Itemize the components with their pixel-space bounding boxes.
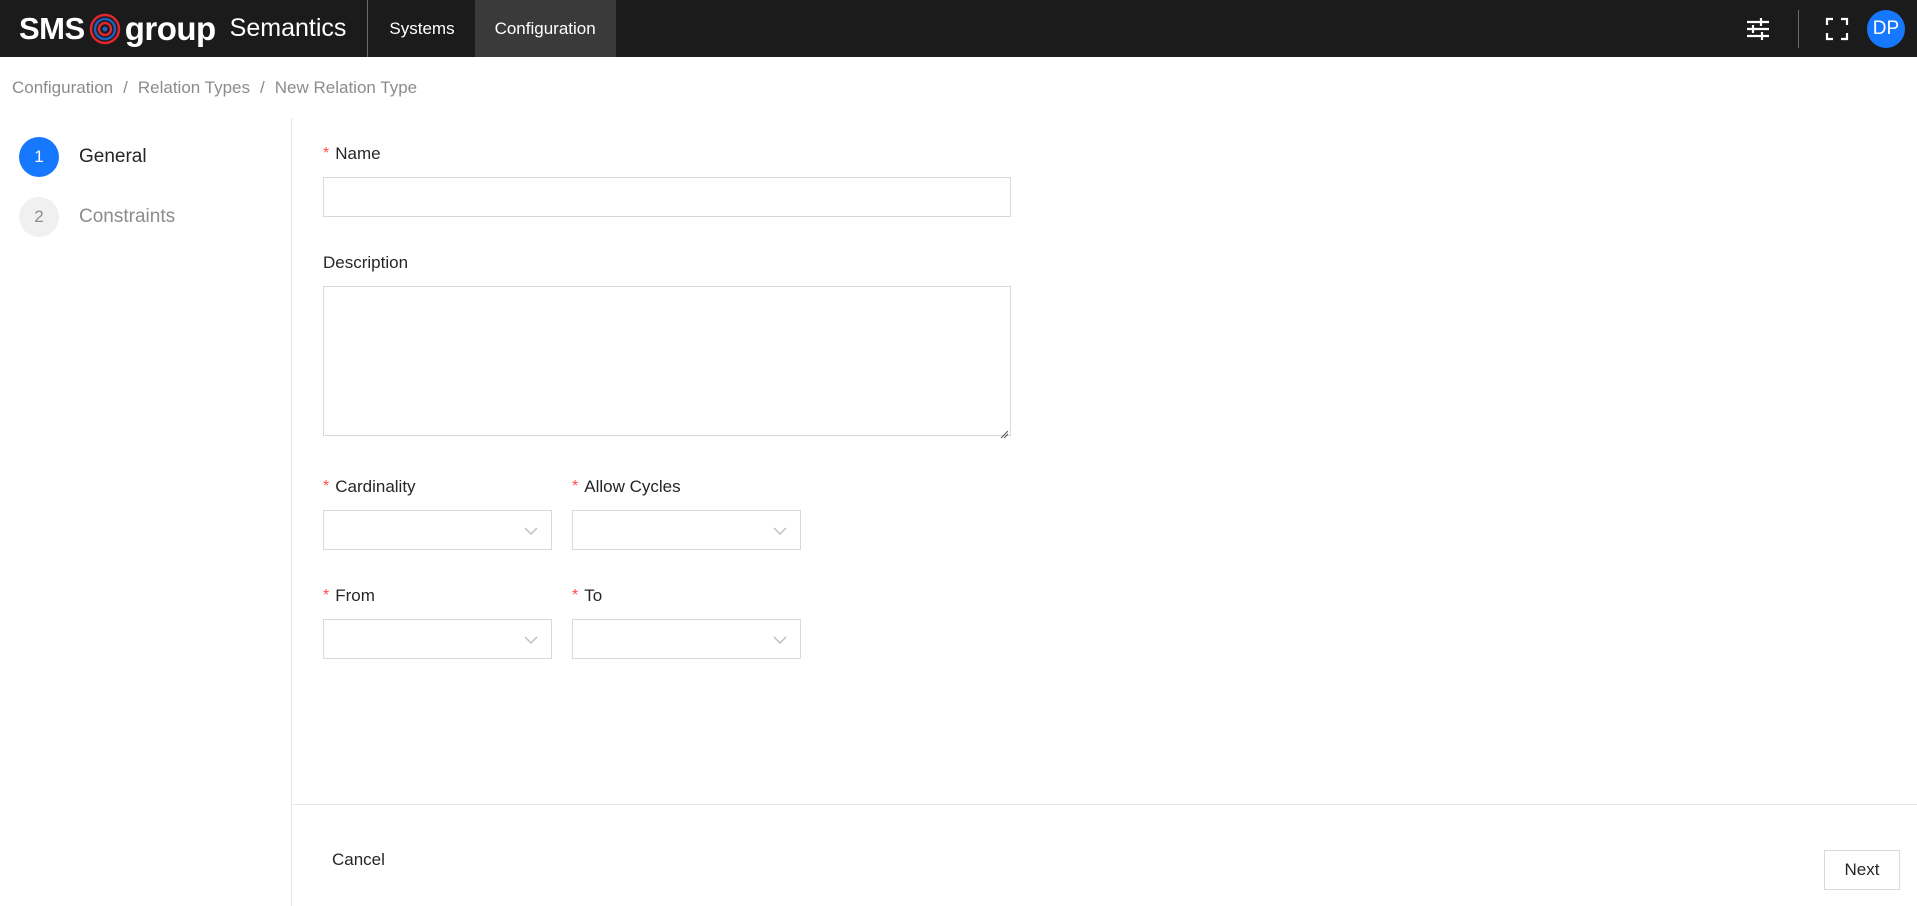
logo-text-group: group (124, 9, 216, 47)
cardinality-select[interactable] (323, 510, 552, 550)
wizard-steps: 1 General 2 Constraints (0, 118, 292, 906)
topbar-actions: DP (1744, 0, 1917, 57)
chevron-down-icon (524, 527, 538, 536)
user-avatar[interactable]: DP (1867, 9, 1905, 48)
logo-text-sms: SMS (19, 10, 85, 46)
name-label-text: Name (335, 144, 381, 163)
breadcrumb-current: New Relation Type (274, 78, 418, 97)
required-marker: * (572, 478, 579, 495)
description-label: Description (323, 251, 1023, 275)
breadcrumb-separator: / (260, 78, 265, 97)
next-button[interactable]: Next (1824, 850, 1900, 890)
chevron-down-icon (773, 636, 787, 645)
nav-item-configuration[interactable]: Configuration (474, 0, 616, 57)
allow-cycles-label-text: Allow Cycles (584, 477, 681, 496)
to-label: * To (572, 584, 801, 608)
product-name: Semantics (229, 14, 347, 42)
logo-mark-icon (89, 13, 120, 44)
cardinality-label: * Cardinality (323, 475, 552, 499)
cancel-button[interactable]: Cancel (322, 842, 395, 878)
breadcrumb-configuration[interactable]: Configuration (12, 78, 113, 98)
chevron-down-icon (773, 527, 787, 536)
nav-item-systems[interactable]: Systems (369, 0, 474, 57)
name-label: * Name (323, 142, 1023, 166)
from-label-text: From (335, 586, 375, 605)
required-marker: * (323, 145, 330, 162)
sliders-icon[interactable] (1744, 15, 1772, 43)
chevron-down-icon (524, 636, 538, 645)
breadcrumb: Configuration / Relation Types / New Rel… (12, 78, 417, 98)
breadcrumb-separator: / (123, 78, 128, 97)
description-textarea[interactable] (323, 286, 1011, 436)
topbar-separator (1798, 9, 1799, 48)
allow-cycles-label: * Allow Cycles (572, 475, 801, 499)
fullscreen-icon[interactable] (1823, 15, 1851, 43)
step-number: 1 (19, 137, 59, 177)
required-marker: * (323, 478, 330, 495)
breadcrumb-relation-types[interactable]: Relation Types (138, 78, 250, 98)
to-label-text: To (584, 586, 603, 605)
topbar-divider (367, 0, 369, 57)
app-logo[interactable]: SMS group Semantics (0, 0, 346, 57)
from-select[interactable] (323, 619, 552, 659)
from-label: * From (323, 584, 552, 608)
relation-type-form: * Name Description * Cardinality * Allow… (323, 118, 1023, 659)
footer-divider (293, 804, 1917, 805)
to-select[interactable] (572, 619, 801, 659)
step-constraints[interactable]: 2 Constraints (19, 197, 291, 237)
step-general[interactable]: 1 General (19, 137, 291, 177)
resize-grip-icon[interactable] (999, 429, 1009, 439)
step-number: 2 (19, 197, 59, 237)
name-input[interactable] (323, 177, 1011, 217)
required-marker: * (572, 587, 579, 604)
description-label-text: Description (323, 253, 409, 272)
allow-cycles-select[interactable] (572, 510, 801, 550)
required-marker: * (323, 587, 330, 604)
main-nav: Systems Configuration (369, 0, 616, 57)
cardinality-label-text: Cardinality (335, 477, 416, 496)
step-label: General (79, 146, 147, 167)
step-label: Constraints (79, 206, 176, 227)
top-bar: SMS group Semantics Systems Configuratio… (0, 0, 1917, 57)
